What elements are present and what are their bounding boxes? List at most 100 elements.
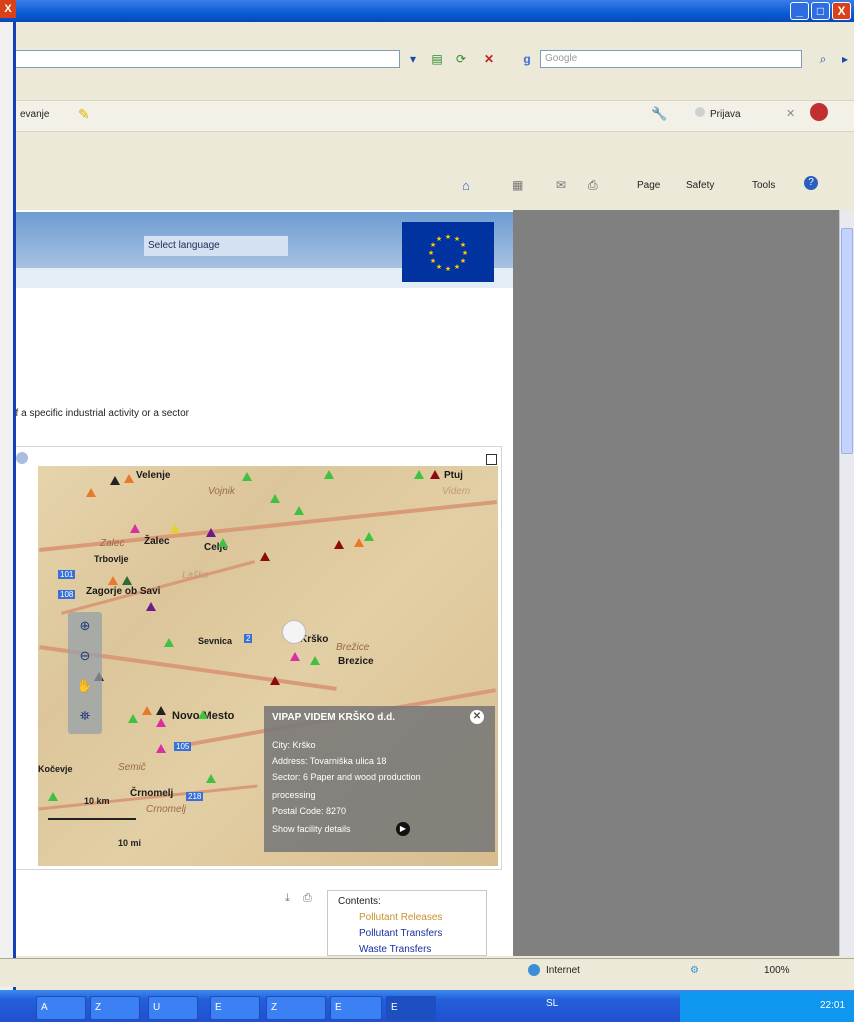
pan-hand-icon[interactable]: ✋ [73,674,97,698]
city-label: Velenje [136,470,171,481]
facility-marker[interactable] [108,576,118,585]
language-select[interactable]: Select language [144,236,288,256]
facility-marker[interactable] [110,476,120,485]
facility-marker[interactable] [290,652,300,661]
facility-marker[interactable] [260,552,270,561]
facility-marker[interactable] [198,710,208,719]
stop-icon[interactable]: ✕ [480,50,498,68]
facility-marker[interactable] [156,744,166,753]
facility-marker[interactable] [164,638,174,647]
taskbar-item[interactable]: A [36,996,86,1020]
city-label: Laško [182,570,209,581]
facility-marker[interactable] [294,506,304,515]
taskbar-item-active[interactable]: E [386,996,436,1020]
facility-marker[interactable] [242,472,252,481]
addon-icon[interactable] [810,103,828,121]
contents-link-pollutant-releases[interactable]: Pollutant Releases [359,912,442,923]
facility-marker[interactable] [414,470,424,479]
facility-marker[interactable] [142,706,152,715]
facility-marker[interactable] [354,538,364,547]
contents-link-pollutant-transfers[interactable]: Pollutant Transfers [359,928,442,939]
taskbar-item[interactable]: Z [266,996,326,1020]
facility-marker[interactable] [206,774,216,783]
facility-marker[interactable] [324,470,334,479]
zoom-in-icon[interactable]: ⊕ [73,614,97,638]
links-toolbar-label[interactable]: evanje [20,109,49,120]
command-bar [0,168,854,204]
tools-menu[interactable]: Tools [752,180,775,191]
search-options-icon[interactable]: ▸ [836,50,854,68]
facility-marker[interactable] [156,706,166,715]
facility-marker[interactable] [270,676,280,685]
road-shield: 105 [174,742,192,751]
maximize-button[interactable]: □ [811,2,830,20]
facility-marker[interactable] [130,524,140,533]
close-button[interactable]: X [832,2,851,20]
refresh-icon[interactable]: ⟳ [452,50,470,68]
taskbar-item[interactable]: Z [90,996,140,1020]
arrow-right-icon[interactable]: ▶ [396,822,410,836]
facility-marker[interactable] [270,494,280,503]
facility-marker[interactable] [156,718,166,727]
facility-marker[interactable] [146,602,156,611]
mail-icon[interactable]: ✉ [556,178,566,192]
highlight-icon[interactable]: ✎ [78,106,90,123]
city-label: Zagorje ob Savi [86,586,161,597]
feeds-icon[interactable]: ▦ [512,178,523,192]
facility-marker[interactable] [218,538,228,547]
facility-marker[interactable] [430,470,440,479]
contents-link-waste-transfers[interactable]: Waste Transfers [359,944,431,955]
close-toolbar-icon[interactable]: ✕ [786,107,795,120]
selected-marker-pin[interactable] [282,620,306,644]
close-icon[interactable]: ✕ [470,710,484,724]
city-label: Videm [442,486,471,497]
show-details-link[interactable]: Show facility details [272,824,351,834]
map-maximize-icon[interactable] [486,454,497,465]
facility-marker[interactable] [364,532,374,541]
taskbar-item[interactable]: U [148,996,198,1020]
city-label: Vojnik [208,486,235,497]
full-extent-icon[interactable]: ⛯ [73,704,97,728]
facility-marker[interactable] [170,524,180,533]
zoom-out-icon[interactable]: ⊖ [73,644,97,668]
facility-city: City: Krško [272,740,316,750]
compatibility-icon[interactable]: ▤ [428,50,446,68]
map-help-icon[interactable] [16,452,28,464]
taskbar-item[interactable]: E [330,996,382,1020]
safety-menu[interactable]: Safety [686,180,714,191]
help-icon[interactable]: ? [804,176,818,190]
city-label: Ptuj [444,470,463,481]
print-icon[interactable]: ⎙ [303,892,312,905]
tools-wrench-icon[interactable]: 🔧 [651,106,667,122]
search-input[interactable]: Google [540,50,802,68]
facility-marker[interactable] [128,714,138,723]
download-icon[interactable]: ⤓ [285,892,290,905]
road-shield: 218 [186,792,204,801]
facility-marker[interactable] [122,576,132,585]
page-menu[interactable]: Page [637,180,660,191]
language-indicator[interactable]: SL [546,998,558,1009]
user-icon [695,107,705,117]
taskbar-item[interactable]: E [210,996,260,1020]
facility-marker[interactable] [206,528,216,537]
zoom-level[interactable]: 100% [764,965,790,976]
facility-marker[interactable] [124,474,134,483]
scrollbar-thumb[interactable] [841,228,853,454]
print-icon[interactable]: ⎙ [588,178,598,193]
search-icon[interactable]: ⌕ [814,50,832,68]
city-label: Crnomelj [146,804,187,815]
dropdown-arrow-icon[interactable]: ▾ [404,50,422,68]
address-input[interactable] [8,50,400,68]
close-icon[interactable]: X [0,0,16,18]
eu-flag-logo: ★ ★ ★ ★ ★ ★ ★ ★ ★ ★ ★ ★ [402,222,494,282]
protected-mode-icon[interactable]: ⚙ [690,965,699,976]
facility-marker[interactable] [310,656,320,665]
facility-marker[interactable] [334,540,344,549]
city-label: Sevnica [198,636,233,646]
home-icon[interactable]: ⌂ [462,178,470,193]
minimize-button[interactable]: _ [790,2,809,20]
facility-marker[interactable] [86,488,96,497]
road-shield: 2 [244,634,253,643]
prijava-button[interactable]: Prijava [710,109,741,120]
facility-marker[interactable] [48,792,58,801]
